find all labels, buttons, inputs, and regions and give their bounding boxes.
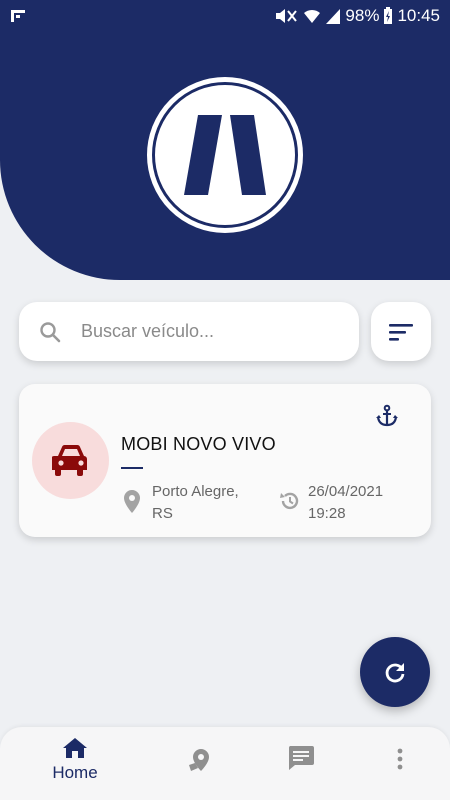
mute-icon bbox=[276, 9, 298, 23]
bottom-navigation: Home bbox=[0, 727, 450, 800]
app-logo bbox=[147, 77, 303, 233]
app-notification-icon bbox=[11, 10, 25, 22]
map-pin-icon bbox=[189, 749, 209, 771]
vehicle-location: Porto Alegre, RS bbox=[152, 483, 239, 522]
nav-more[interactable] bbox=[390, 747, 410, 777]
vehicle-date: 26/04/2021 bbox=[308, 483, 384, 500]
battery-charging-icon bbox=[384, 7, 393, 24]
history-icon bbox=[280, 492, 299, 510]
vehicle-name: MOBI NOVO VIVO bbox=[121, 434, 276, 454]
status-time: 10:45 bbox=[397, 6, 440, 25]
nav-messages[interactable] bbox=[286, 745, 316, 775]
name-underline bbox=[121, 467, 143, 469]
sort-icon bbox=[389, 323, 413, 341]
m-logo-icon bbox=[184, 115, 266, 195]
vehicle-time: 19:28 bbox=[308, 505, 346, 522]
status-bar: 98% 10:45 bbox=[0, 0, 450, 32]
refresh-icon bbox=[385, 663, 405, 683]
search-input[interactable] bbox=[81, 321, 331, 342]
search-bar[interactable] bbox=[19, 302, 359, 361]
nav-home[interactable]: Home bbox=[40, 727, 110, 800]
more-vertical-icon bbox=[397, 748, 403, 770]
vehicle-avatar bbox=[32, 422, 109, 499]
vehicle-last-update: 26/04/2021 19:28 bbox=[308, 481, 418, 525]
anchor-icon[interactable] bbox=[375, 404, 399, 428]
car-icon bbox=[51, 444, 87, 476]
signal-icon bbox=[326, 9, 341, 24]
refresh-button[interactable] bbox=[360, 637, 430, 707]
wifi-icon bbox=[304, 9, 321, 23]
battery-percent: 98% bbox=[345, 6, 380, 25]
home-icon bbox=[63, 738, 87, 758]
location-pin-icon bbox=[124, 490, 140, 513]
search-icon bbox=[40, 321, 61, 342]
message-icon bbox=[288, 746, 314, 770]
vehicle-card[interactable]: MOBI NOVO VIVO Porto Alegre, RS 26/04/20… bbox=[19, 384, 431, 537]
nav-home-label: Home bbox=[52, 763, 98, 782]
filter-button[interactable] bbox=[371, 302, 431, 361]
nav-map[interactable] bbox=[185, 747, 215, 777]
